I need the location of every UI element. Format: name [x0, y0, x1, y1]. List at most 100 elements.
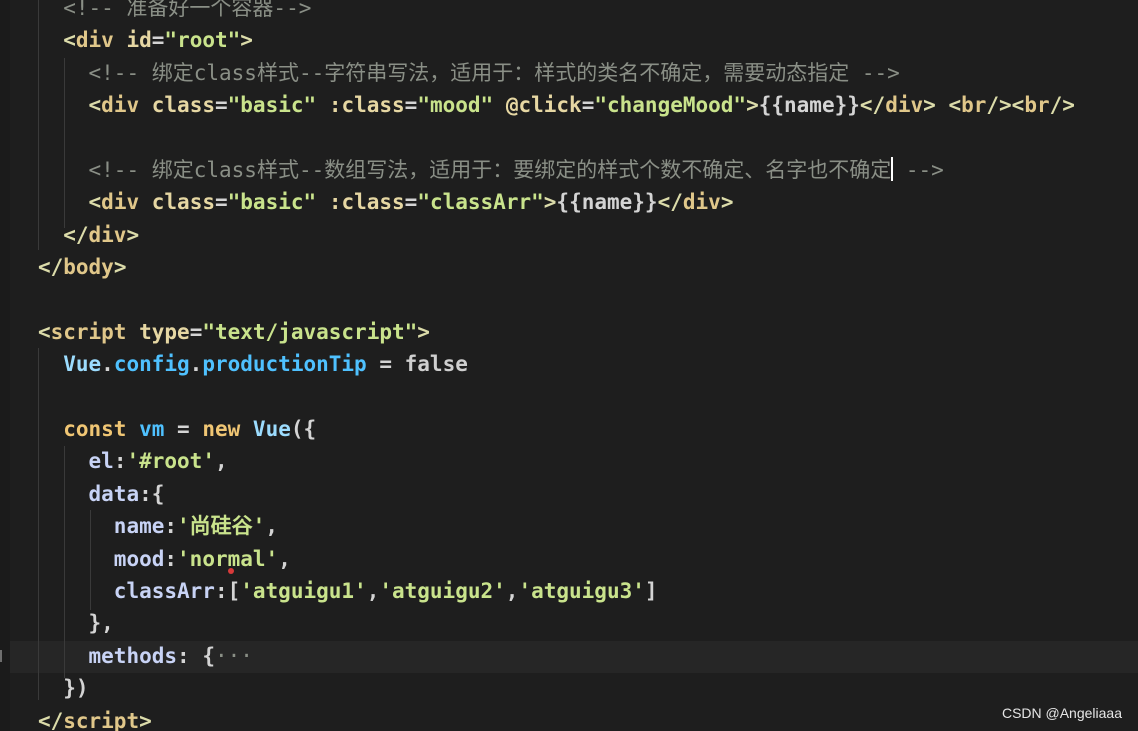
code-token: </ [37, 708, 64, 731]
code-line[interactable]: <!-- 准备好一个容器--> [0, 0, 1075, 24]
watermark: CSDN @Angeliaaa [1001, 705, 1122, 721]
code-token: div [101, 93, 140, 118]
code-token: '尚硅谷' [177, 514, 266, 539]
code-token: br [961, 93, 987, 118]
code-token: :[ [214, 579, 241, 604]
code-token: div [101, 190, 140, 215]
code-token: , [265, 514, 278, 539]
code-text[interactable]: <!-- 准备好一个容器--> <div id="root"> <!-- 绑定cla… [0, 0, 1075, 731]
code-token: /> [1049, 93, 1075, 118]
code-token: script [63, 708, 140, 731]
code-line[interactable]: <!-- 绑定class样式--字符串写法，适用于：样式的类名不确定，需要动态指… [0, 57, 1075, 89]
code-token: > [720, 190, 734, 215]
code-token: />< [986, 93, 1025, 118]
code-token: "changeMood" [594, 93, 747, 118]
code-editor[interactable]: <!-- 准备好一个容器--> <div id="root"> <!-- 绑定cla… [0, 0, 1138, 731]
code-token: </ [63, 222, 89, 247]
code-token: class [151, 190, 215, 215]
code-token: ({ [290, 417, 317, 442]
code-token: , [214, 449, 228, 474]
code-line[interactable]: }) [0, 672, 1075, 704]
code-token: , [505, 579, 519, 604]
code-token: }) [63, 676, 89, 701]
code-token: div [88, 222, 127, 247]
code-token: , [278, 546, 291, 571]
code-token: > [543, 190, 557, 215]
code-line[interactable]: </script> [0, 705, 1075, 731]
code-token: 'atguigu2' [379, 579, 506, 604]
code-line[interactable]: </div> [0, 219, 1075, 251]
code-token: "classArr" [417, 190, 544, 215]
code-token: = [404, 190, 418, 215]
code-token: . [189, 352, 203, 377]
code-token: : [113, 449, 127, 474]
code-token: > [923, 93, 936, 118]
mouse-pointer-dot [228, 568, 234, 574]
code-line[interactable]: mood:'normal', [0, 543, 1075, 575]
code-line[interactable]: name:'尚硅谷', [0, 510, 1075, 542]
code-token: :class [328, 190, 405, 215]
code-line[interactable]: <div class="basic" :class="mood" @click=… [0, 89, 1075, 121]
code-line[interactable]: classArr:['atguigu1','atguigu2','atguigu… [0, 575, 1075, 607]
code-line[interactable]: methods: {··· [0, 640, 1075, 672]
code-token: : [164, 514, 178, 539]
code-token: : { [177, 643, 215, 668]
code-token: <!-- 绑定class样式--字符串写法，适用于：样式的类名不确定，需要动态指… [88, 60, 900, 85]
code-token: = [214, 190, 228, 215]
code-line[interactable]: data:{ [0, 478, 1075, 510]
code-token: </ [859, 93, 886, 118]
code-token: div [885, 93, 924, 118]
code-token: type [139, 319, 190, 344]
code-token: false [404, 352, 468, 377]
code-token: < [948, 93, 962, 118]
code-line[interactable]: }, [0, 607, 1075, 639]
code-token: <!-- 准备好一个容器--> [63, 0, 312, 20]
code-token: }, [88, 611, 114, 636]
code-line[interactable]: const vm = new Vue({ [0, 413, 1075, 445]
code-token: new [202, 417, 241, 442]
code-line[interactable] [0, 381, 1075, 413]
code-line[interactable] [0, 284, 1075, 316]
code-line[interactable]: Vue.config.productionTip = false [0, 348, 1075, 380]
code-token: = [189, 319, 203, 344]
code-token: data [88, 481, 140, 506]
code-token: vm [139, 417, 165, 442]
code-token: "text/javascript" [202, 319, 418, 344]
code-token: "basic" [227, 93, 317, 118]
code-line[interactable]: <script type="text/javascript"> [0, 316, 1075, 348]
code-token: : [164, 546, 178, 571]
code-token: br [1024, 93, 1050, 118]
code-line[interactable]: <!-- 绑定class样式--数组写法，适用于：要绑定的样式个数不确定、名字也… [0, 154, 1075, 186]
code-token: config [113, 352, 190, 377]
code-token: const [63, 417, 127, 442]
code-token: class [151, 93, 215, 118]
code-token: = [214, 93, 228, 118]
code-line[interactable]: el:'#root', [0, 445, 1075, 477]
code-token: @click [505, 93, 582, 118]
code-token: > [126, 222, 140, 247]
code-token: > [240, 28, 253, 53]
code-token: :class [328, 93, 405, 118]
code-token: '#root' [126, 449, 215, 474]
code-token: > [113, 255, 127, 280]
code-line[interactable] [0, 122, 1075, 154]
code-line[interactable]: <div id="root"> [0, 24, 1075, 56]
code-line[interactable]: <div class="basic" :class="classArr">{{n… [0, 186, 1075, 218]
code-token: = [151, 28, 165, 53]
code-line[interactable]: </body> [0, 251, 1075, 283]
code-token: div [75, 28, 114, 53]
code-token: < [37, 319, 51, 344]
code-token: "basic" [227, 190, 317, 215]
code-token: {{name}} [556, 190, 658, 215]
code-token: :{ [139, 481, 165, 506]
code-token: 'atguigu1' [240, 579, 367, 604]
code-token: = [366, 352, 405, 377]
code-token: ··· [214, 643, 253, 668]
code-token: , [366, 579, 380, 604]
